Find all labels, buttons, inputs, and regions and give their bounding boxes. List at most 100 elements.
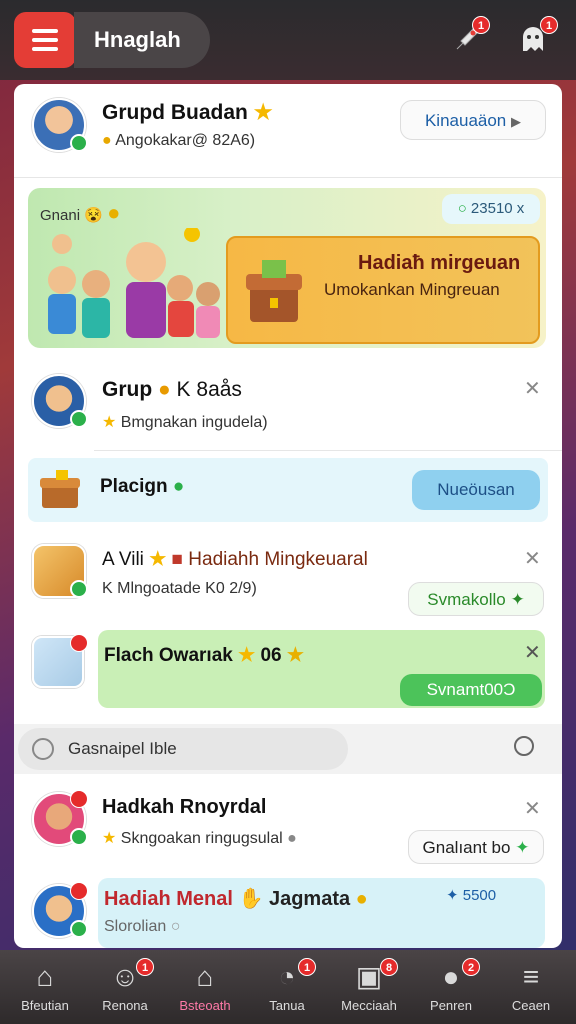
close-icon[interactable]: ✕ bbox=[524, 640, 541, 665]
search-input[interactable]: Gasnaipel Ible bbox=[18, 728, 348, 770]
list-item[interactable]: Hadiah Menal ✋ Jagmata ● Slorolian ○ ✦ 5… bbox=[14, 878, 562, 948]
item-subtitle-text: Slorolian bbox=[104, 918, 167, 935]
nav-label: Bfeutian bbox=[21, 998, 69, 1013]
item-name: A Vili ★ ■ Hadiahh Mingkeuaral bbox=[102, 548, 368, 571]
online-indicator bbox=[70, 920, 88, 938]
top-bar: Hnaglah 1 1 bbox=[0, 0, 576, 80]
hamburger-line bbox=[32, 38, 58, 42]
item-name-suffix: Jagmata bbox=[268, 888, 351, 910]
star-icon: ★ bbox=[102, 414, 117, 431]
item-name: Hadkah Rnoyrdal bbox=[102, 796, 267, 818]
item-subtitle-text: Skngoakan ringugsulal bbox=[120, 830, 283, 847]
item-name-text: Hadiah Menal bbox=[104, 888, 233, 910]
home-icon: ⌂ bbox=[36, 961, 54, 992]
nav-item-clock[interactable]: ◔ 1 Tanua bbox=[246, 950, 328, 1024]
item-action-button[interactable]: Svnamt00Ɔ bbox=[400, 674, 542, 706]
close-icon[interactable]: ✕ bbox=[524, 546, 541, 571]
item-action-button[interactable]: Nueöusan bbox=[412, 470, 540, 510]
group-name-text: Grupd Buadan bbox=[102, 101, 248, 124]
item-subtitle: ★ Bmgnakan ingudela) bbox=[102, 412, 268, 432]
rocket-button[interactable]: 1 bbox=[444, 16, 490, 62]
hamburger-icon bbox=[32, 29, 58, 33]
online-indicator bbox=[70, 580, 88, 598]
globe-icon: ● bbox=[287, 830, 297, 847]
list-item[interactable]: Hadkah Rnoyrdal ★ Skngoakan ringugsulal … bbox=[14, 786, 562, 872]
coin-icon: ● bbox=[102, 132, 112, 149]
group-subtitle-text: Angokakar@ 82A6) bbox=[115, 132, 256, 149]
item-name-text: Placign bbox=[100, 476, 168, 497]
sparkle-icon: ✦ bbox=[510, 590, 525, 609]
list-item[interactable]: Flach Owarıak ★ 06 ★ ✕ Svnamt00Ɔ bbox=[14, 630, 562, 720]
notification-badge: 1 bbox=[136, 958, 154, 976]
face-icon: 😵 bbox=[84, 207, 103, 224]
notification-badge: 2 bbox=[462, 958, 480, 976]
info-icon: ○ bbox=[170, 918, 181, 935]
ghost-button[interactable]: 1 bbox=[510, 16, 558, 62]
circle-icon: ○ bbox=[457, 200, 467, 217]
online-indicator bbox=[70, 410, 88, 428]
treasure-chest-icon bbox=[40, 470, 80, 508]
search-bar: Gasnaipel Ible bbox=[14, 724, 562, 774]
list-item[interactable]: Placign ● Nueöusan bbox=[28, 458, 548, 522]
search-placeholder: Gasnaipel Ible bbox=[68, 739, 177, 758]
item-name: Hadiah Menal ✋ Jagmata ● bbox=[104, 886, 368, 911]
menu-lines-icon: ≡ bbox=[522, 961, 540, 992]
star-icon: ★ bbox=[149, 549, 167, 570]
app-title: Hnaglah bbox=[74, 12, 210, 68]
close-icon[interactable]: ✕ bbox=[524, 796, 541, 821]
notification-badge: 8 bbox=[380, 958, 398, 976]
group-header[interactable]: Grupd Buadan ★ ● Angokakar@ 82A6) Kinaua… bbox=[14, 84, 562, 178]
coin-icon: ● bbox=[107, 200, 121, 225]
nav-label: Renona bbox=[102, 998, 148, 1013]
gift-icon: ■ bbox=[171, 549, 183, 570]
group-action-button[interactable]: Kinauaäon ▶ bbox=[400, 100, 546, 140]
notification-badge bbox=[70, 882, 88, 900]
item-action-label: Gnalıant bo bbox=[422, 838, 511, 857]
item-name-text: Flach Owarıak bbox=[104, 645, 233, 666]
nav-item-house[interactable]: ⌂ Bsteoath bbox=[164, 950, 246, 1024]
sparkle-icon: ✦ bbox=[446, 887, 459, 904]
avatar bbox=[32, 98, 88, 152]
notification-badge: 1 bbox=[298, 958, 316, 976]
item-subtitle-text: Bmgnakan ingudela) bbox=[120, 414, 268, 431]
coin-icon: ● bbox=[158, 378, 171, 401]
item-subtitle: Slorolian ○ bbox=[104, 918, 180, 936]
search-icon[interactable] bbox=[514, 736, 534, 756]
hamburger-menu-button[interactable] bbox=[14, 12, 76, 68]
list-item[interactable]: A Vili ★ ■ Hadiahh Mingkeuaral K Mlngoat… bbox=[14, 532, 562, 622]
notification-badge bbox=[70, 634, 88, 652]
nav-item-person[interactable]: ● 2 Penren bbox=[410, 950, 492, 1024]
online-indicator bbox=[70, 134, 88, 152]
notification-badge: 1 bbox=[540, 16, 558, 34]
promo-title: Hadiaħ mirgeuan bbox=[358, 252, 521, 274]
nav-item-menu[interactable]: ≡ Ceaen bbox=[490, 950, 572, 1024]
avatar bbox=[32, 634, 88, 688]
nav-item-home[interactable]: ⌂ Bfeutian bbox=[4, 950, 86, 1024]
house-icon: ⌂ bbox=[196, 961, 214, 992]
nav-item-gift[interactable]: ▣ 8 Mecciaah bbox=[328, 950, 410, 1024]
list-item[interactable]: Grup ● K 8aås ★ Bmgnakan ingudela) ✕ bbox=[14, 366, 562, 450]
avatar bbox=[32, 544, 88, 598]
hamburger-line bbox=[32, 47, 58, 51]
promo-top-text: Gnani bbox=[40, 207, 81, 224]
item-name-text: A Vili bbox=[102, 549, 144, 570]
promo-top-label: Gnani 😵 ● bbox=[40, 200, 120, 226]
item-name-suffix: 06 bbox=[260, 645, 282, 666]
treasure-chest-icon bbox=[246, 260, 302, 322]
star-icon: ★ bbox=[238, 645, 256, 666]
green-badge-icon: ● bbox=[172, 476, 185, 497]
item-counter-text: 5500 bbox=[462, 887, 497, 904]
nav-label: Bsteoath bbox=[179, 998, 231, 1013]
main-panel: Grupd Buadan ★ ● Angokakar@ 82A6) Kinaua… bbox=[14, 84, 562, 948]
promo-banner[interactable]: Gnani 😵 ● ○ 23510 x Hadiaħ mirgeuan Umok… bbox=[28, 188, 546, 348]
item-subtitle: ★ Skngoakan ringugsulal ● bbox=[102, 828, 297, 848]
notification-badge: 1 bbox=[472, 16, 490, 34]
close-icon[interactable]: ✕ bbox=[524, 376, 541, 401]
promo-card[interactable]: Hadiaħ mirgeuan Umokankan Mingreuan bbox=[226, 236, 540, 344]
item-action-button[interactable]: Svmakollo ✦ bbox=[408, 582, 544, 616]
coin-icon: ★ bbox=[286, 645, 304, 666]
item-name: Grup ● K 8aås bbox=[102, 378, 242, 402]
item-counter: ✦ 5500 bbox=[446, 886, 496, 904]
nav-item-face[interactable]: ☺ 1 Renona bbox=[84, 950, 166, 1024]
item-action-button[interactable]: Gnalıant bo ✦ bbox=[408, 830, 544, 864]
